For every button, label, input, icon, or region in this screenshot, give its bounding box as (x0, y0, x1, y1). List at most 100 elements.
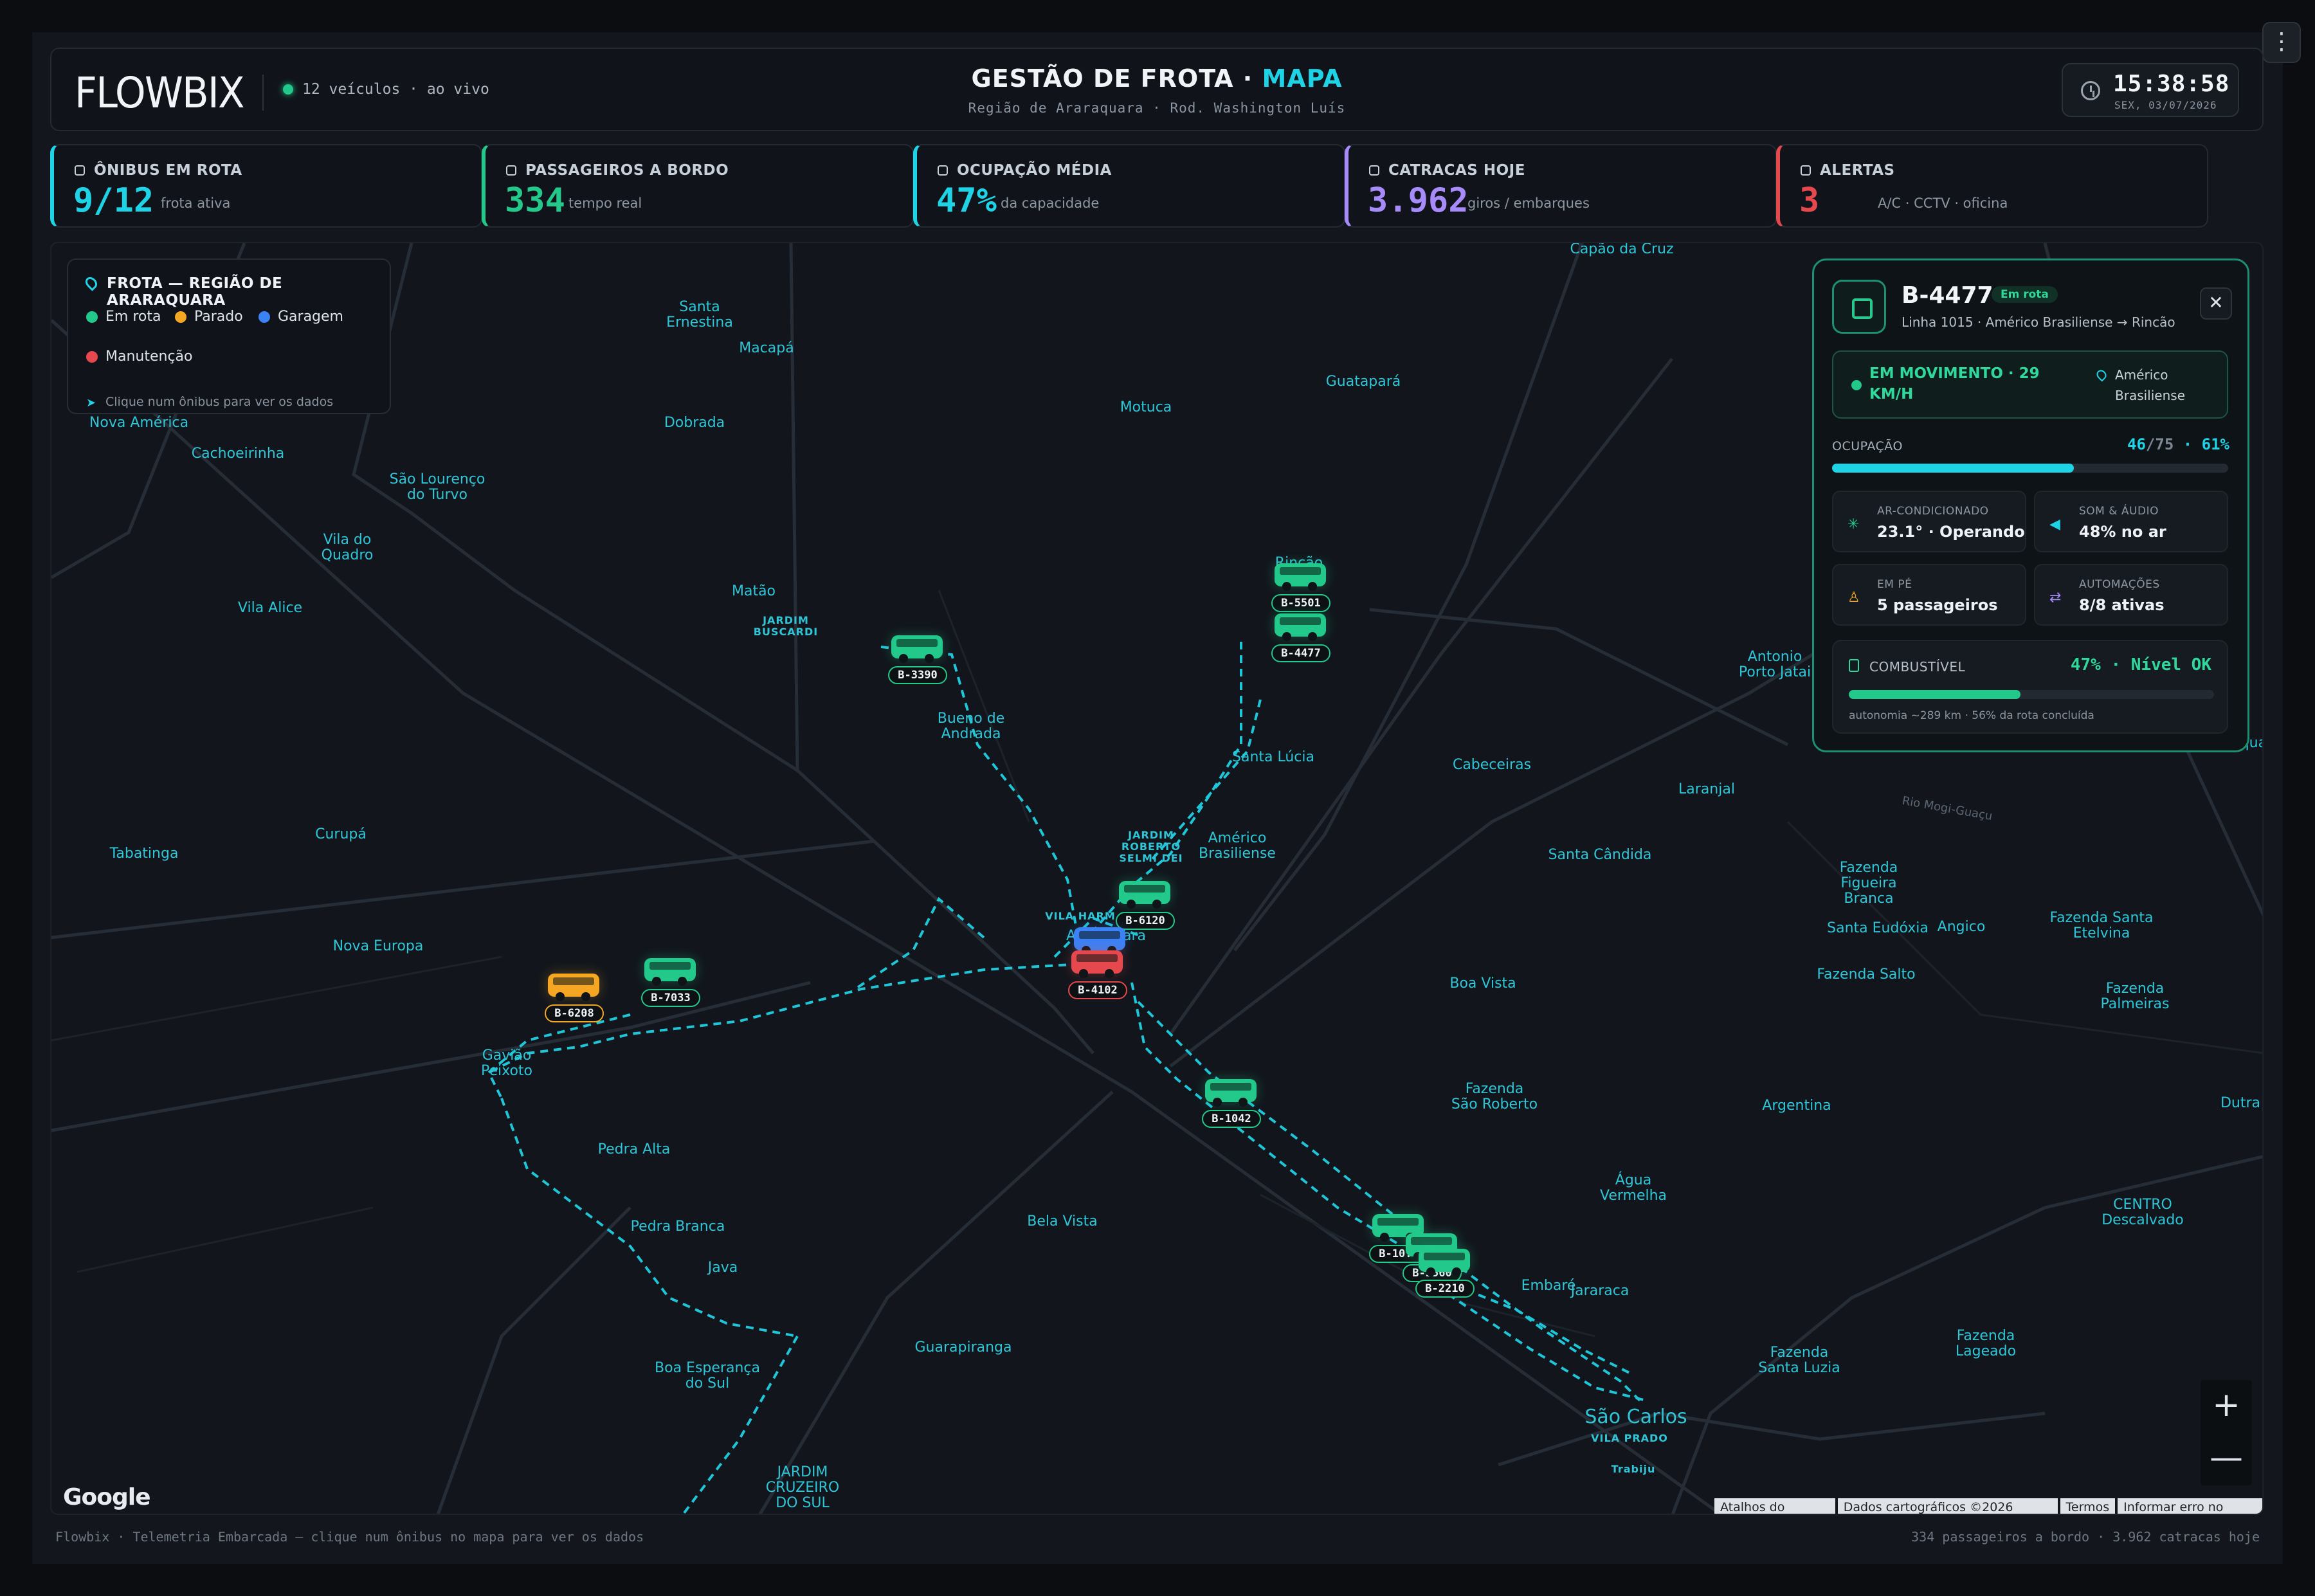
map-place-label: Guarapiranga (914, 1339, 1012, 1356)
map-place-label: Macapá (739, 340, 794, 356)
fuel-pump-icon (1849, 659, 1859, 672)
stat-card-2: OCUPAÇÃO MÉDIA 47% da capacidade (913, 144, 1345, 228)
map-place-label: Nova Europa (332, 938, 424, 954)
terms-link[interactable]: Termos (2060, 1498, 2116, 1514)
map-place-label: Fazenda Santa Etelvina (2049, 910, 2154, 941)
bus-id-label: B-2210 (1415, 1280, 1475, 1298)
bus-marker[interactable]: B-6120 (1116, 881, 1175, 930)
bus-marker[interactable]: B-5501 (1271, 563, 1330, 612)
clock-icon (2081, 81, 2100, 100)
more-menu-button[interactable]: ⋮ (2262, 22, 2301, 63)
top-bar: FLOWBIX 12 veículos · ao vivo GESTÃO DE … (50, 48, 2264, 131)
stat-card-0: ÔNIBUS EM ROTA 9/12 frota ativa (50, 144, 482, 228)
legend-title: FROTA — REGIÃO DE ARARAQUARA (107, 275, 283, 309)
map-place-label: Fazenda São Roberto (1451, 1081, 1538, 1112)
map-place-label: VILA PRADO (1591, 1432, 1668, 1444)
map-place-label: Argentina (1762, 1098, 1831, 1114)
zoom-in-button[interactable]: + (2201, 1380, 2252, 1433)
map-place-label: Dobrada (664, 415, 725, 431)
map-place-label: São Lourenço do Turvo (389, 471, 486, 503)
close-button[interactable]: ✕ (2200, 287, 2232, 320)
clock-date: SEX, 03/07/2026 (2114, 99, 2217, 111)
turnstile-icon (1369, 165, 1379, 176)
map-place-label: Cabeceiras (1452, 757, 1532, 773)
tile-label: EM PÉ (1877, 578, 1912, 591)
footer-summary: 334 passageiros a bordo · 3.962 catracas… (1911, 1529, 2260, 1545)
panel-tile-3: ⇄ AUTOMAÇÕES 8/8 ativas (2034, 564, 2228, 626)
fuel-bar (1849, 690, 2214, 699)
bus-icon (1832, 280, 1886, 334)
bus-icon (75, 165, 85, 176)
stat-label: CATRACAS HOJE (1369, 162, 1525, 179)
map-place-label: Fazenda Santa Luzia (1758, 1345, 1840, 1376)
bus-icon (891, 635, 943, 663)
map-place-label: Laranjal (1678, 781, 1735, 797)
bus-marker[interactable]: B-3390 (888, 635, 947, 684)
stat-value: 3 (1799, 181, 1820, 220)
map-place-label: Cachoeirinha (191, 446, 285, 462)
bus-id-label: B-5501 (1271, 594, 1330, 612)
stat-sub: tempo real (568, 195, 642, 211)
keyboard-shortcuts-link[interactable]: Atalhos do teclado (1714, 1498, 1835, 1514)
map-place-label: Vila Alice (237, 600, 303, 616)
map-place-label: Curupá (315, 826, 367, 842)
status-dot-icon (175, 311, 186, 323)
map-place-label: Fazenda Figueira Branca (1839, 860, 1898, 907)
person-icon: ♙ (1847, 590, 1860, 606)
location-pin-icon (83, 275, 100, 291)
footer-info: Flowbix · Telemetria Embarcada — clique … (55, 1529, 644, 1545)
bus-marker[interactable]: B-6208 (545, 974, 604, 1022)
bus-marker[interactable]: B-4477 (1271, 613, 1330, 662)
tile-value: 5 passageiros (1877, 596, 1998, 614)
map-place-label: JARDIM CRUZEIRO DO SUL (765, 1464, 840, 1511)
clock-widget: 15:38:58 SEX, 03/07/2026 (2062, 63, 2239, 117)
legend-item-em-rota: Em rota (86, 309, 161, 325)
report-error-link[interactable]: Informar erro no mapa (2118, 1498, 2262, 1514)
stat-label: ALERTAS (1801, 162, 1895, 179)
tile-value: 23.1° · Operando (1877, 523, 2025, 541)
bus-id-label: B-4102 (1068, 981, 1127, 999)
bus-icon (1275, 613, 1326, 641)
map-place-label: Tabatinga (109, 846, 179, 862)
bus-detail-panel: B-4477 Em rota Linha 1015 · Américo Bras… (1812, 258, 2249, 752)
map-place-label: Embaré (1521, 1278, 1576, 1294)
map-place-label: Trabiju (1611, 1463, 1656, 1475)
map-attribution: Atalhos do teclado Dados cartográficos ©… (1712, 1498, 2262, 1514)
stat-sub: giros / embarques (1467, 195, 1590, 211)
fuel-label: COMBUSTÍVEL (1869, 659, 1966, 675)
cursor-icon: ➤ (86, 396, 96, 410)
clock-time: 15:38:58 (2113, 71, 2230, 97)
tile-value: 48% no ar (2079, 523, 2166, 541)
zoom-out-button[interactable]: — (2201, 1433, 2252, 1485)
map-place-label: JARDIM ROBERTO SELMI DEI (1119, 829, 1183, 864)
bus-marker[interactable]: B-4102 (1068, 950, 1127, 999)
close-icon: ✕ (2208, 292, 2224, 313)
map-place-label: Água Vermelha (1599, 1172, 1667, 1204)
status-badge: Em rota (1992, 286, 2058, 303)
map-place-label: Pedra Branca (630, 1219, 725, 1235)
map-place-label: Boa Esperança do Sul (655, 1360, 760, 1392)
bus-marker[interactable]: B-1042 (1202, 1079, 1261, 1128)
stat-sub: da capacidade (1001, 195, 1100, 211)
fuel-value: 47% · Nível OK (2070, 655, 2211, 675)
legend-item-manutencao: Manutenção (86, 349, 193, 365)
stat-card-3: CATRACAS HOJE 3.962 giros / embarques (1345, 144, 1777, 228)
gauge-icon (938, 165, 948, 176)
fuel-card: COMBUSTÍVEL 47% · Nível OK autonomia ~28… (1832, 640, 2228, 734)
status-dot-icon (259, 311, 270, 323)
map-place-label: Santa Cândida (1548, 847, 1652, 863)
map-place-label: Bueno de Andrada (937, 711, 1005, 742)
movement-status: EM MOVIMENTO · 29 KM/H Américo Brasilien… (1832, 350, 2228, 419)
users-icon (506, 165, 516, 176)
speaker-icon: ◀ (2049, 516, 2060, 532)
bus-marker[interactable] (1071, 927, 1129, 955)
status-dot-icon (86, 350, 98, 363)
page-subtitle: Região de Araraquara · Rod. Washington L… (968, 100, 1346, 116)
map-place-label: Java (707, 1260, 738, 1276)
bus-marker[interactable]: B-7033 (641, 958, 700, 1007)
bus-marker[interactable]: B-2210 (1415, 1249, 1475, 1298)
stat-sub: frota ativa (161, 195, 231, 211)
zoom-controls: + — (2201, 1380, 2252, 1485)
map-place-label: Capão da Cruz (1570, 242, 1674, 257)
occupancy-fill (1832, 464, 2074, 473)
